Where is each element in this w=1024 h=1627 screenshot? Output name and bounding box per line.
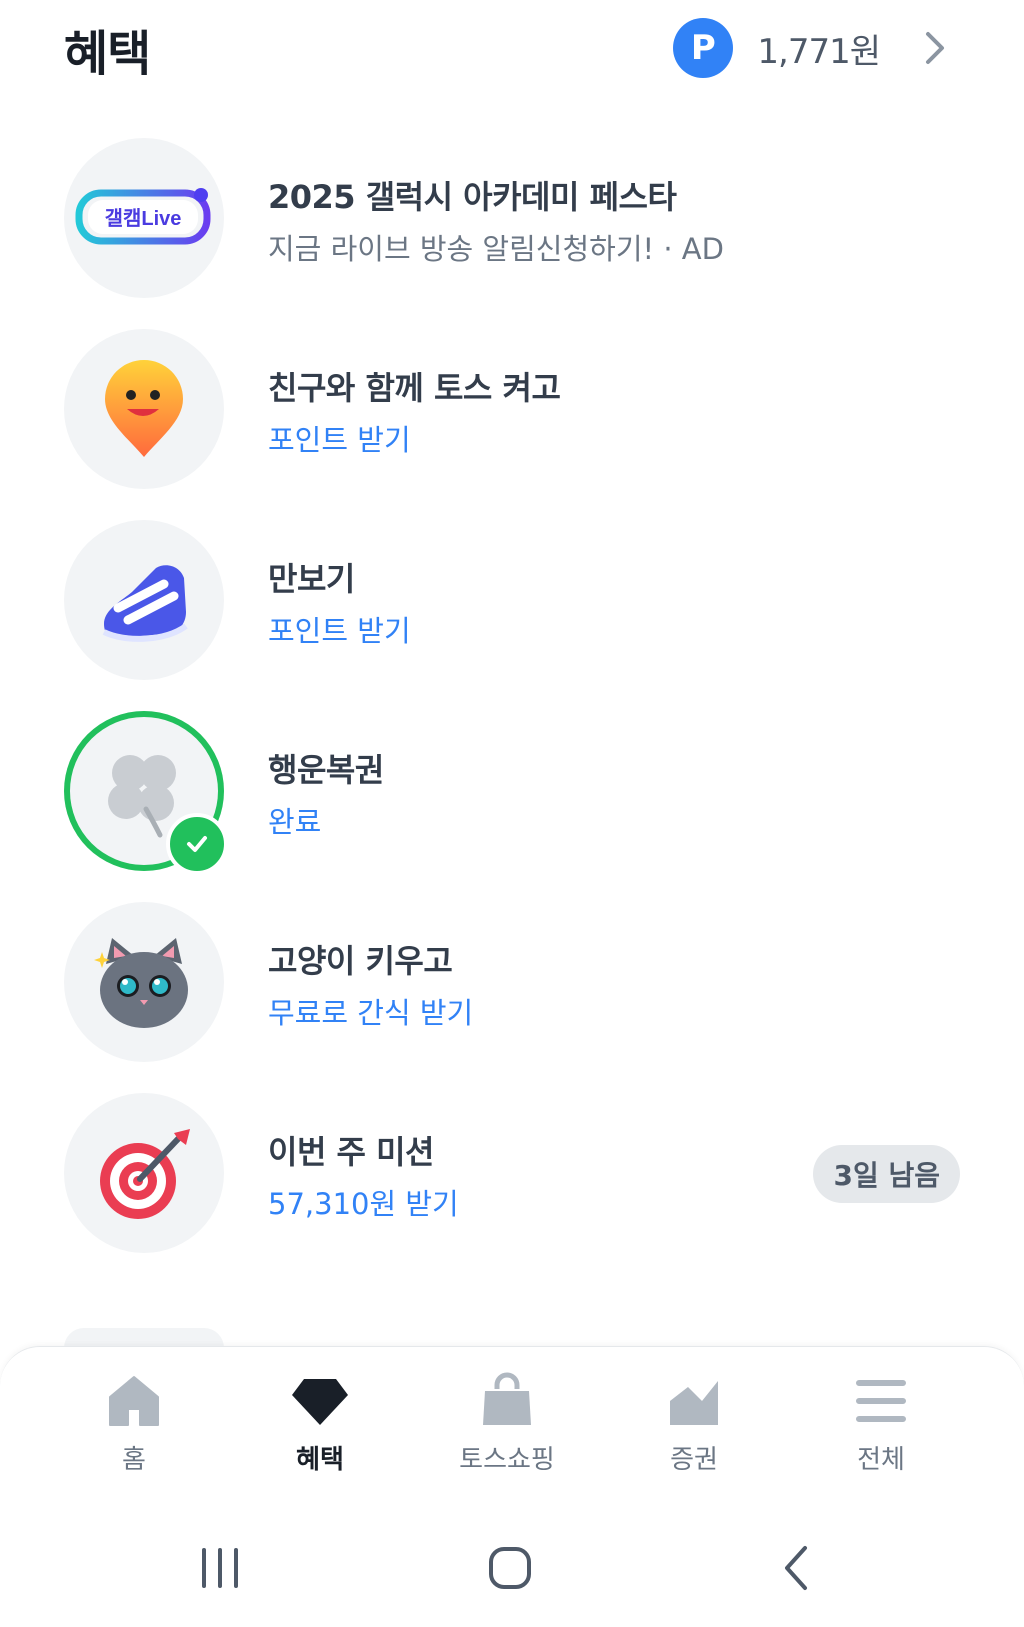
- benefit-title: 만보기: [268, 560, 355, 598]
- tab-label: 전체: [857, 1445, 905, 1475]
- tab-label: 홈: [122, 1445, 146, 1475]
- tab-stocks[interactable]: 증권: [624, 1371, 764, 1481]
- home-icon: [109, 1376, 159, 1426]
- tab-label: 토스쇼핑: [459, 1445, 555, 1475]
- system-navigation-bar: [0, 1506, 1024, 1627]
- benefit-subtitle: 포인트 받기: [268, 614, 411, 648]
- recents-icon[interactable]: [185, 1538, 255, 1598]
- tab-home[interactable]: 홈: [64, 1371, 204, 1481]
- benefit-item-galaxy-academy[interactable]: 갤캠Live 2025 갤럭시 아카데미 페스타 지금 라이브 방송 알림신청하…: [0, 138, 1024, 298]
- points-amount: 1,771원: [757, 31, 881, 72]
- target-dart-icon: [100, 1129, 190, 1219]
- menu-icon: [856, 1380, 906, 1422]
- benefit-subtitle: 지금 라이브 방송 알림신청하기! · AD: [268, 232, 724, 266]
- benefit-thumb: [64, 902, 224, 1062]
- next-item-thumb-peek: [64, 1328, 224, 1348]
- gem-icon: [292, 1379, 348, 1425]
- galcam-live-logo: 갤캠Live: [75, 188, 211, 245]
- benefit-subtitle: 완료: [268, 805, 322, 839]
- days-left-badge: 3일 남음: [813, 1145, 960, 1203]
- benefit-title: 2025 갤럭시 아카데미 페스타: [268, 178, 677, 216]
- tab-label: 증권: [670, 1445, 718, 1475]
- benefit-thumb: [64, 520, 224, 680]
- smiley-pin-icon: [105, 360, 183, 457]
- bottom-tab-bar: 홈 혜택 토스쇼핑 증권 전체: [0, 1346, 1024, 1507]
- shopping-bag-icon: [483, 1372, 531, 1425]
- benefit-subtitle: 무료로 간식 받기: [268, 996, 474, 1030]
- benefit-title: 친구와 함께 토스 켜고: [268, 369, 561, 407]
- benefit-thumb: [64, 329, 224, 489]
- benefit-subtitle: 포인트 받기: [268, 423, 411, 457]
- svg-text:갤캠Live: 갤캠Live: [105, 207, 182, 230]
- tab-all[interactable]: 전체: [811, 1371, 951, 1481]
- sneaker-icon: [102, 565, 188, 642]
- benefit-thumb: 갤캠Live: [64, 138, 224, 298]
- page-title: 혜택: [64, 26, 151, 82]
- chevron-right-icon: [926, 32, 944, 64]
- benefit-item-cat[interactable]: 고양이 키우고 무료로 간식 받기: [0, 902, 1024, 1062]
- benefit-title: 행운복권: [268, 751, 384, 789]
- cat-icon: [94, 938, 188, 1028]
- header: 혜택 P 1,771원: [0, 0, 1024, 100]
- benefit-subtitle: 57,310원 받기: [268, 1187, 459, 1221]
- points-balance-button[interactable]: P 1,771원: [673, 18, 946, 78]
- benefit-item-friends-toss[interactable]: 친구와 함께 토스 켜고 포인트 받기: [0, 329, 1024, 489]
- home-button-icon[interactable]: [475, 1538, 545, 1598]
- points-icon: P: [673, 18, 734, 78]
- tab-label: 혜택: [296, 1445, 344, 1475]
- completed-check-icon: [166, 813, 228, 875]
- tab-toss-shopping[interactable]: 토스쇼핑: [437, 1371, 577, 1481]
- benefit-thumb: [64, 1093, 224, 1253]
- benefit-title: 이번 주 미션: [268, 1133, 434, 1171]
- benefit-item-lucky-lottery[interactable]: 행운복권 완료: [0, 711, 1024, 875]
- back-icon[interactable]: [761, 1538, 831, 1598]
- benefit-item-weekly-mission[interactable]: 이번 주 미션 57,310원 받기 3일 남음: [0, 1093, 1024, 1253]
- benefit-item-pedometer[interactable]: 만보기 포인트 받기: [0, 520, 1024, 680]
- tab-benefits[interactable]: 혜택: [250, 1371, 390, 1481]
- stock-chart-icon: [670, 1381, 718, 1425]
- benefit-title: 고양이 키우고: [268, 942, 453, 980]
